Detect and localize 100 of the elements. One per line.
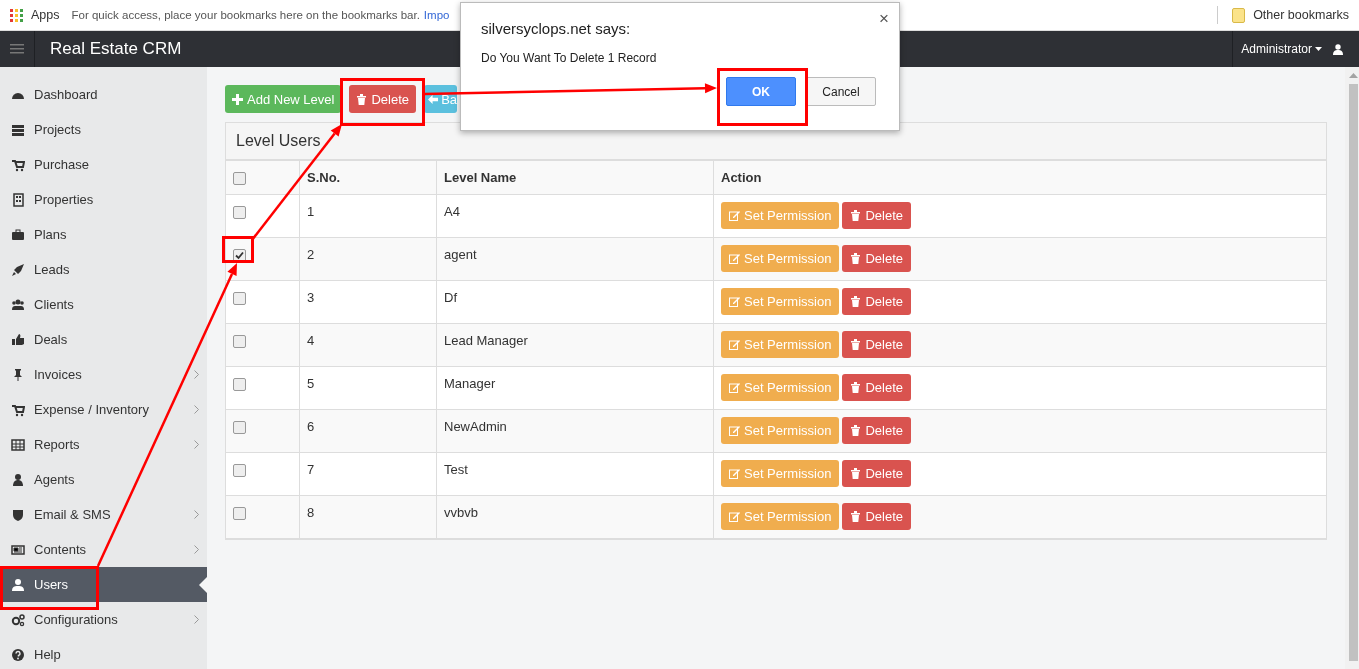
checkbox[interactable]	[233, 464, 246, 478]
sidebar-item[interactable]: Leads	[0, 252, 207, 287]
building-icon	[11, 192, 25, 207]
menu-icon[interactable]	[10, 44, 24, 54]
edit-icon	[729, 339, 740, 351]
table-cell: 4	[299, 323, 437, 367]
delete-button[interactable]: Delete	[842, 374, 911, 402]
sidebar-item[interactable]: Configurations	[0, 602, 207, 637]
delete-button[interactable]: Delete	[842, 202, 911, 230]
table-cell: 3	[299, 280, 437, 324]
delete-button[interactable]: Delete	[842, 331, 911, 359]
sidebar-item[interactable]: Clients	[0, 287, 207, 322]
question-icon	[11, 647, 25, 662]
checkbox[interactable]	[233, 507, 246, 521]
sidebar-item[interactable]: Purchase	[0, 147, 207, 182]
checkbox[interactable]	[233, 172, 246, 186]
table-cell: 5	[299, 366, 437, 410]
table-icon	[11, 437, 25, 452]
edit-icon	[729, 210, 740, 222]
delete-button[interactable]: Delete	[842, 503, 911, 531]
delete-button[interactable]: Delete	[842, 245, 911, 273]
trash-icon	[356, 93, 368, 105]
users-icon	[11, 297, 25, 312]
sidebar-item[interactable]: Help	[0, 637, 207, 669]
trash-icon	[850, 468, 862, 480]
table-cell: Lead Manager	[436, 323, 714, 367]
sidebar-item[interactable]: Agents	[0, 462, 207, 497]
table-cell: 8	[299, 495, 437, 539]
table-cell: 7	[299, 452, 437, 496]
newspaper-icon	[11, 542, 25, 557]
checkbox[interactable]	[233, 378, 246, 392]
close-button[interactable]: ×	[879, 9, 889, 29]
sidebar-item[interactable]: Reports	[0, 427, 207, 462]
trash-icon	[850, 425, 862, 437]
user-icon	[11, 577, 25, 592]
table-cell: Test	[436, 452, 714, 496]
delete-button[interactable]: Delete	[349, 85, 417, 113]
dialog-message: Do You Want To Delete 1 Record	[481, 51, 658, 65]
folder-icon	[1232, 7, 1246, 23]
table-cell: 1	[299, 194, 437, 238]
plus-icon	[232, 93, 243, 105]
checkbox[interactable]	[233, 335, 246, 349]
sidebar-item[interactable]: Contents	[0, 532, 207, 567]
trash-icon	[850, 210, 862, 222]
other-bookmarks[interactable]: Other bookmarks	[1253, 8, 1349, 22]
cancel-button[interactable]: Cancel	[806, 77, 876, 106]
sidebar-item[interactable]: Email & SMS	[0, 497, 207, 532]
sidebar-item[interactable]: Projects	[0, 112, 207, 147]
trash-icon	[850, 382, 862, 394]
panel-title: Level Users	[236, 132, 321, 150]
dialog-title: silversyclops.net says:	[481, 20, 632, 37]
scrollbar-thumb[interactable]	[1348, 84, 1358, 661]
column-header: Level Name	[436, 160, 714, 195]
table-cell: NewAdmin	[436, 409, 714, 453]
column-header: S.No.	[299, 160, 437, 195]
briefcase-icon	[11, 227, 25, 242]
sidebar-item[interactable]: Properties	[0, 182, 207, 217]
table-cell: 2	[299, 237, 437, 281]
delete-button[interactable]: Delete	[842, 417, 911, 445]
server-icon	[11, 122, 25, 137]
delete-button[interactable]: Delete	[842, 460, 911, 488]
checkbox[interactable]	[233, 206, 246, 220]
highlight-box	[222, 236, 254, 263]
checkbox[interactable]	[233, 421, 246, 435]
table-cell: Df	[436, 280, 714, 324]
sidebar-item[interactable]: Invoices	[0, 357, 207, 392]
app-title: Real Estate CRM	[50, 39, 182, 59]
import-link[interactable]: Impo	[423, 9, 450, 21]
checkbox[interactable]	[233, 292, 246, 306]
sidebar-item[interactable]: Dashboard	[0, 77, 207, 112]
caret-icon[interactable]	[1315, 47, 1322, 51]
edit-icon	[729, 425, 740, 437]
edit-icon	[729, 511, 740, 523]
agent-icon	[11, 472, 25, 487]
user-icon[interactable]	[1333, 43, 1343, 55]
table-cell: Manager	[436, 366, 714, 410]
apps-grid-icon[interactable]	[10, 8, 23, 22]
sidebar-item[interactable]: Users	[0, 567, 207, 602]
arrow-left-icon	[428, 93, 439, 105]
scroll-up-icon[interactable]	[1348, 72, 1358, 78]
thumbs-up-icon	[11, 332, 25, 347]
table-cell: vvbvb	[436, 495, 714, 539]
apps-label[interactable]: Apps	[31, 8, 60, 22]
delete-button[interactable]: Delete	[842, 288, 911, 316]
edit-icon	[729, 296, 740, 308]
sidebar-item[interactable]: Plans	[0, 217, 207, 252]
trash-icon	[850, 511, 862, 523]
cart-icon	[11, 402, 25, 417]
bookmarks-hint: For quick access, place your bookmarks here on the bookmarks bar.	[71, 9, 420, 21]
table-cell: A4	[436, 194, 714, 238]
table-cell: 6	[299, 409, 437, 453]
edit-icon	[729, 382, 740, 394]
sidebar-item[interactable]: Expense / Inventory	[0, 392, 207, 427]
trash-icon	[850, 339, 862, 351]
sidebar-item[interactable]: Deals	[0, 322, 207, 357]
cart-icon	[11, 157, 25, 172]
user-menu[interactable]: Administrator	[1241, 42, 1312, 56]
trash-icon	[850, 296, 862, 308]
edit-icon	[729, 468, 740, 480]
shield-icon	[11, 507, 25, 522]
